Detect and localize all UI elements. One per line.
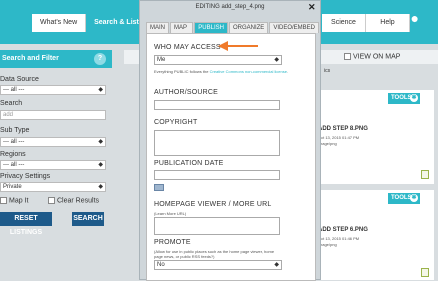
help-icon[interactable]: ? bbox=[94, 53, 106, 65]
close-icon[interactable]: ✕ bbox=[308, 2, 316, 13]
chevron-down-icon: ◆ bbox=[98, 87, 103, 93]
map-it-option[interactable]: Map It bbox=[0, 197, 28, 204]
card-title[interactable]: ADD STEP 6.PNG bbox=[318, 227, 368, 233]
regions-select[interactable]: --- all --- ◆ bbox=[0, 160, 106, 170]
map-it-checkbox[interactable] bbox=[0, 197, 7, 204]
view-on-map-toggle[interactable]: VIEW ON MAP bbox=[344, 53, 400, 60]
sub-type-label: Sub Type bbox=[0, 127, 30, 134]
gear-icon: ✱ bbox=[410, 94, 418, 102]
tab-whats-new[interactable]: What's New bbox=[32, 14, 87, 32]
file-add-icon[interactable] bbox=[421, 268, 429, 277]
gear-icon: ✱ bbox=[410, 194, 418, 202]
homepage-url-note: (Learn More URL) bbox=[154, 211, 187, 216]
regions-label: Regions bbox=[0, 151, 26, 158]
reset-listings-button[interactable]: RESET LISTINGS bbox=[0, 212, 52, 236]
who-access-label: WHO MAY ACCESS bbox=[154, 44, 221, 51]
who-access-select[interactable]: Me ◆ bbox=[154, 55, 282, 65]
data-source-select[interactable]: --- all --- ◆ bbox=[0, 85, 106, 95]
chevron-down-icon: ◆ bbox=[274, 57, 279, 63]
dialog-title: EDITING add_step_4.png bbox=[195, 4, 265, 10]
tab-organize[interactable]: ORGANIZE bbox=[228, 22, 269, 33]
privacy-select[interactable]: Private ◆ bbox=[0, 182, 106, 192]
tab-map-it[interactable]: MAP IT! bbox=[170, 22, 194, 42]
tools-button[interactable]: TOOLS ✱ bbox=[388, 193, 420, 204]
columns-label: ics bbox=[324, 68, 331, 74]
who-access-note: Everything PUBLIC follows the Creative C… bbox=[154, 69, 289, 74]
privacy-label: Privacy Settings bbox=[0, 173, 51, 180]
chevron-down-icon: ◆ bbox=[98, 162, 103, 168]
sub-type-select[interactable]: --- all --- ◆ bbox=[0, 137, 106, 147]
homepage-url-label: HOMEPAGE VIEWER / MORE URL bbox=[154, 201, 272, 208]
copyright-field[interactable] bbox=[154, 130, 280, 156]
tab-science[interactable]: Science bbox=[322, 14, 366, 32]
tab-video-embed[interactable]: VIDEO/EMBED bbox=[269, 22, 319, 33]
chevron-down-icon: ◆ bbox=[98, 139, 103, 145]
author-source-field[interactable] bbox=[154, 100, 280, 110]
copyright-label: COPYRIGHT bbox=[154, 119, 198, 126]
card-title[interactable]: ADD STEP 8.PNG bbox=[318, 126, 368, 132]
data-source-label: Data Source bbox=[0, 76, 39, 83]
author-source-label: AUTHOR/SOURCE bbox=[154, 89, 219, 96]
tab-publish[interactable]: PUBLISH bbox=[194, 22, 228, 33]
publication-date-label: PUBLICATION DATE bbox=[154, 160, 224, 167]
right-nav: Science Help bbox=[322, 14, 410, 32]
annotation-arrow-icon bbox=[218, 41, 258, 51]
promote-label: PROMOTE bbox=[154, 239, 191, 246]
logo-icon: ●● bbox=[402, 10, 419, 26]
tab-main[interactable]: MAIN bbox=[146, 22, 169, 33]
view-on-map-checkbox[interactable] bbox=[344, 53, 351, 60]
clear-results-option[interactable]: Clear Results bbox=[48, 197, 99, 204]
promote-note: (Allow for use in public places such as … bbox=[154, 249, 275, 259]
chevron-down-icon: ◆ bbox=[274, 262, 279, 268]
promote-select[interactable]: No ◆ bbox=[154, 260, 282, 270]
dialog-tabs: MAIN MAP IT! PUBLISH ORGANIZE VIDEO/EMBE… bbox=[146, 22, 320, 42]
clear-results-checkbox[interactable] bbox=[48, 197, 55, 204]
calendar-icon[interactable] bbox=[154, 184, 164, 191]
file-add-icon[interactable] bbox=[421, 170, 429, 179]
homepage-url-field[interactable] bbox=[154, 217, 280, 235]
publication-date-field[interactable] bbox=[154, 170, 280, 180]
card-date: Oct 13, 2015 01:46 PM bbox=[318, 236, 360, 241]
card-date: Oct 13, 2015 01:47 PM bbox=[318, 135, 360, 140]
search-label: Search bbox=[0, 100, 23, 107]
search-input[interactable]: add bbox=[0, 110, 106, 120]
chevron-down-icon: ◆ bbox=[98, 184, 103, 190]
license-link[interactable]: Creative Commons non-commercial license bbox=[210, 69, 287, 74]
tools-button[interactable]: TOOLS ✱ bbox=[388, 93, 420, 104]
search-button[interactable]: SEARCH bbox=[72, 212, 104, 226]
